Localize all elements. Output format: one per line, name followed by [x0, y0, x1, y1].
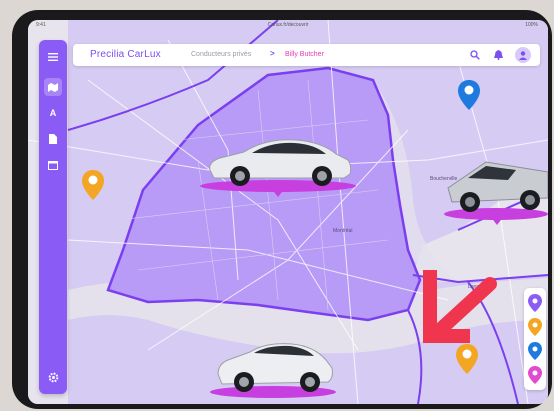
filter-pin-blue-icon[interactable]: [528, 342, 542, 360]
vehicle-marker-cybertruck[interactable]: [436, 158, 548, 246]
sidebar-item-text[interactable]: A: [44, 104, 62, 122]
status-bar: 9:41 Carlux.fr/decouvrir 100%: [28, 20, 548, 30]
breadcrumb-separator: >: [270, 49, 275, 58]
top-header: Precilia CarLux Conducteurs privés > Bil…: [73, 44, 540, 66]
place-label: Montréal: [333, 228, 352, 234]
car-mercedes-image: [217, 343, 333, 392]
filter-pin-orange-icon[interactable]: [528, 318, 542, 336]
breadcrumb-parent[interactable]: Conducteurs privés: [191, 51, 251, 58]
status-battery: 100%: [525, 22, 538, 28]
app-screen: Montréal Boucherville Longueuil 9:41 Car…: [28, 20, 548, 404]
filter-pin-purple-icon[interactable]: [528, 294, 542, 312]
breadcrumb-current: Billy Butcher: [285, 51, 324, 58]
location-pin-icon[interactable]: [458, 80, 480, 110]
calendar-icon: [48, 161, 58, 170]
document-icon: [49, 134, 57, 144]
vehicle-marker-mercedes[interactable]: [204, 336, 344, 404]
brand-title[interactable]: Precilia CarLux: [90, 49, 161, 60]
sidebar-item-documents[interactable]: [44, 130, 62, 148]
marker-pointer: [271, 188, 285, 197]
avatar[interactable]: [515, 47, 531, 63]
bell-icon[interactable]: [491, 48, 505, 62]
car-porsche-image: [209, 139, 352, 186]
pin-filter-panel: [524, 288, 546, 390]
status-time: 9:41: [36, 22, 46, 28]
gear-icon[interactable]: [44, 368, 62, 386]
sidebar-item-map[interactable]: [44, 78, 62, 96]
sidebar: A: [39, 40, 67, 394]
location-pin-icon[interactable]: [82, 170, 104, 200]
search-icon[interactable]: [468, 48, 482, 62]
sidebar-item-label: A: [49, 108, 57, 118]
filter-pin-pink-icon[interactable]: [528, 366, 542, 384]
status-url: Carlux.fr/decouvrir: [267, 22, 309, 28]
menu-icon[interactable]: [44, 48, 62, 66]
arrow-down-left-icon: [423, 270, 497, 343]
marker-pointer: [490, 216, 504, 225]
sidebar-item-calendar[interactable]: [44, 156, 62, 174]
map-icon: [48, 82, 58, 92]
vehicle-marker-porsche[interactable]: [198, 132, 358, 210]
car-cybertruck-image: [447, 161, 548, 212]
